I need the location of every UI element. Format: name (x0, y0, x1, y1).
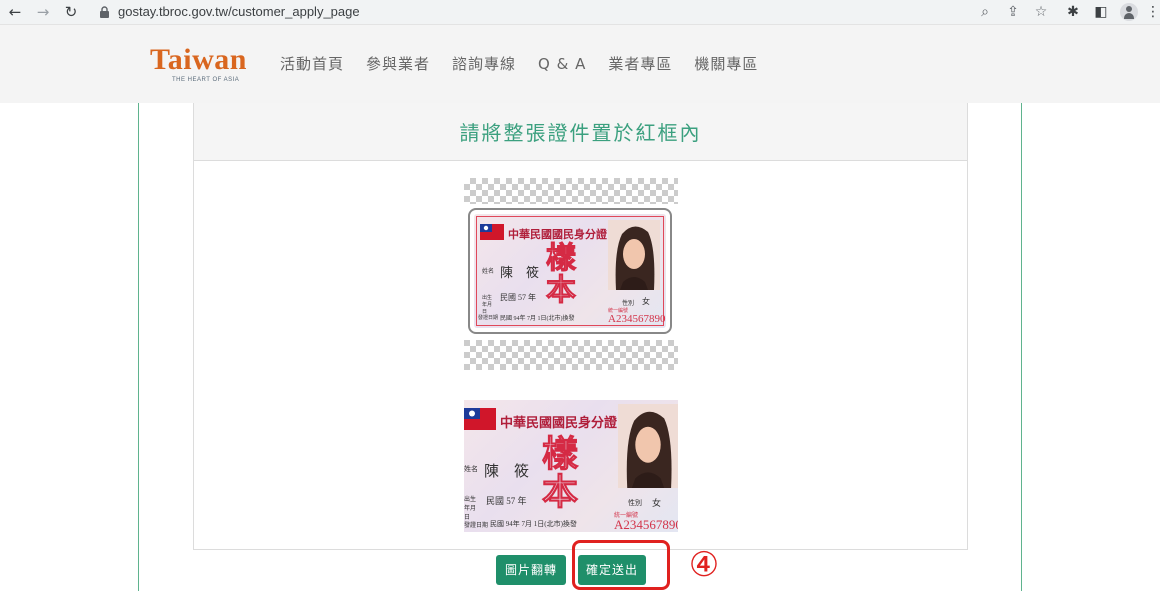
sex-value: 女 (652, 498, 662, 508)
birth-value: 民國 57 年 (486, 496, 527, 506)
name-label: 姓名 (482, 269, 495, 275)
sample-stamp-bottom: 本 (541, 472, 579, 512)
site-header: Taiwan THE HEART OF ASIA 活動首頁 參與業者 諮詢專線 … (0, 25, 1160, 103)
id-card-preview-cropped: 中華民國國民身分證 樣 本 姓名 陳 筱 出生年月日 民國 57 年 性別 女 … (474, 214, 666, 328)
name-value: 陳 筱 (484, 464, 530, 480)
submit-highlight-box (572, 540, 670, 590)
star-icon[interactable]: ☆ (1032, 2, 1050, 22)
sample-stamp-top: 樣 (541, 434, 579, 474)
card-photo (618, 404, 678, 488)
sample-stamp-top: 樣 (546, 242, 577, 275)
roc-flag-icon (480, 224, 504, 240)
issue-value: 民國 94年 7月 1日(北市)換發 (490, 520, 577, 528)
step-number-marker: ④ (688, 545, 720, 585)
reload-icon[interactable]: ↻ (62, 2, 80, 22)
frame-right-line (1021, 103, 1022, 591)
nav-item-hotline[interactable]: 諮詢專線 (452, 53, 516, 77)
sex-label: 性別 (622, 301, 635, 307)
url-text: gostay.tbroc.gov.tw/customer_apply_page (118, 4, 360, 19)
back-icon[interactable]: ← (6, 2, 24, 22)
issue-label: 發證日期 (464, 523, 489, 529)
flip-image-button[interactable]: 圖片翻轉 (496, 555, 566, 585)
panel-header: 請將整張證件置於紅框內 (194, 103, 967, 161)
portrait-icon (618, 404, 678, 488)
image-cropper[interactable]: 中華民國國民身分證 樣 本 姓名 陳 筱 出生年月日 民國 57 年 性別 女 … (464, 178, 678, 370)
card-photo (608, 220, 660, 290)
portrait-icon (608, 220, 660, 290)
issue-label: 發證日期 (478, 316, 499, 321)
nav-item-agency-zone[interactable]: 機關專區 (694, 53, 758, 77)
panel-title: 請將整張證件置於紅框內 (459, 121, 702, 145)
crop-frame[interactable]: 中華民國國民身分證 樣 本 姓名 陳 筱 出生年月日 民國 57 年 性別 女 … (468, 208, 672, 334)
zoom-icon[interactable]: ⌕ (976, 2, 994, 22)
frame-left-line (138, 103, 139, 591)
sample-stamp-bottom: 本 (546, 274, 577, 307)
nav-item-vendors[interactable]: 參與業者 (366, 53, 430, 77)
main-nav: 活動首頁 參與業者 諮詢專線 Q & A 業者專區 機關專區 (280, 53, 780, 77)
share-icon[interactable]: ⇪ (1004, 2, 1022, 22)
birth-label: 出生年月日 (482, 296, 493, 315)
sex-value: 女 (642, 297, 650, 306)
nav-item-qa[interactable]: Q & A (538, 53, 586, 77)
logo-text: Taiwan (150, 43, 247, 76)
logo-subtitle: THE HEART OF ASIA (172, 77, 240, 83)
browser-toolbar: ← → ↻ gostay.tbroc.gov.tw/customer_apply… (0, 0, 1160, 25)
menu-icon[interactable]: ⋮ (1146, 2, 1160, 22)
lock-icon (100, 6, 109, 18)
roc-flag-icon (464, 408, 496, 430)
id-number: A234567890 (614, 517, 678, 532)
taiwan-logo[interactable]: Taiwan THE HEART OF ASIA (150, 45, 260, 87)
birth-value: 民國 57 年 (500, 293, 536, 302)
forward-icon[interactable]: → (34, 2, 52, 22)
name-value: 陳 筱 (500, 265, 540, 280)
name-label: 姓名 (464, 465, 478, 473)
nav-item-home[interactable]: 活動首頁 (280, 53, 344, 77)
birth-label: 出生年月日 (464, 497, 477, 521)
card-title: 中華民國國民身分證 (508, 229, 607, 241)
id-card-preview-result: 中華民國國民身分證 樣 本 姓名 陳 筱 出生年月日 民國 57 年 性別 女 … (464, 400, 678, 532)
nav-item-vendor-zone[interactable]: 業者專區 (608, 53, 672, 77)
card-title: 中華民國國民身分證 (500, 415, 618, 430)
issue-value: 民國 94年 7月 1日(北市)換發 (500, 316, 575, 322)
profile-icon[interactable] (1120, 3, 1138, 21)
sex-label: 性別 (628, 499, 642, 507)
address-bar[interactable]: gostay.tbroc.gov.tw/customer_apply_page (90, 1, 1052, 23)
sidebar-icon[interactable]: ◧ (1092, 2, 1110, 22)
id-number: A234567890 (608, 313, 666, 325)
extensions-icon[interactable]: ✱ (1064, 2, 1082, 22)
